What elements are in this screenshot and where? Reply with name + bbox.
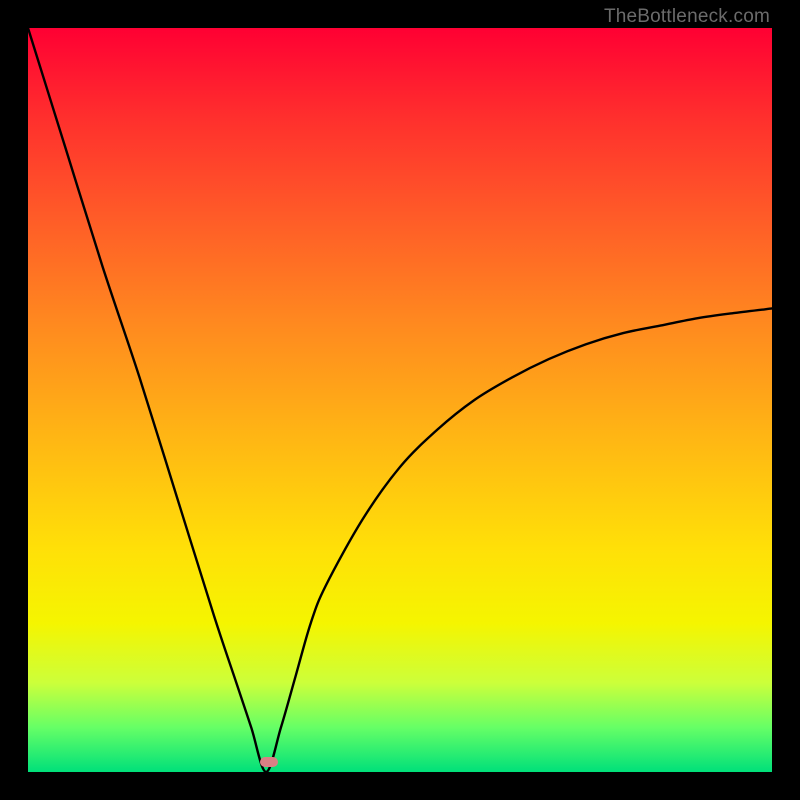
chart-frame: TheBottleneck.com bbox=[0, 0, 800, 800]
optimal-point-marker bbox=[260, 757, 278, 767]
chart-plot-area bbox=[28, 28, 772, 772]
watermark-text: TheBottleneck.com bbox=[604, 6, 770, 28]
bottleneck-curve bbox=[28, 28, 772, 772]
